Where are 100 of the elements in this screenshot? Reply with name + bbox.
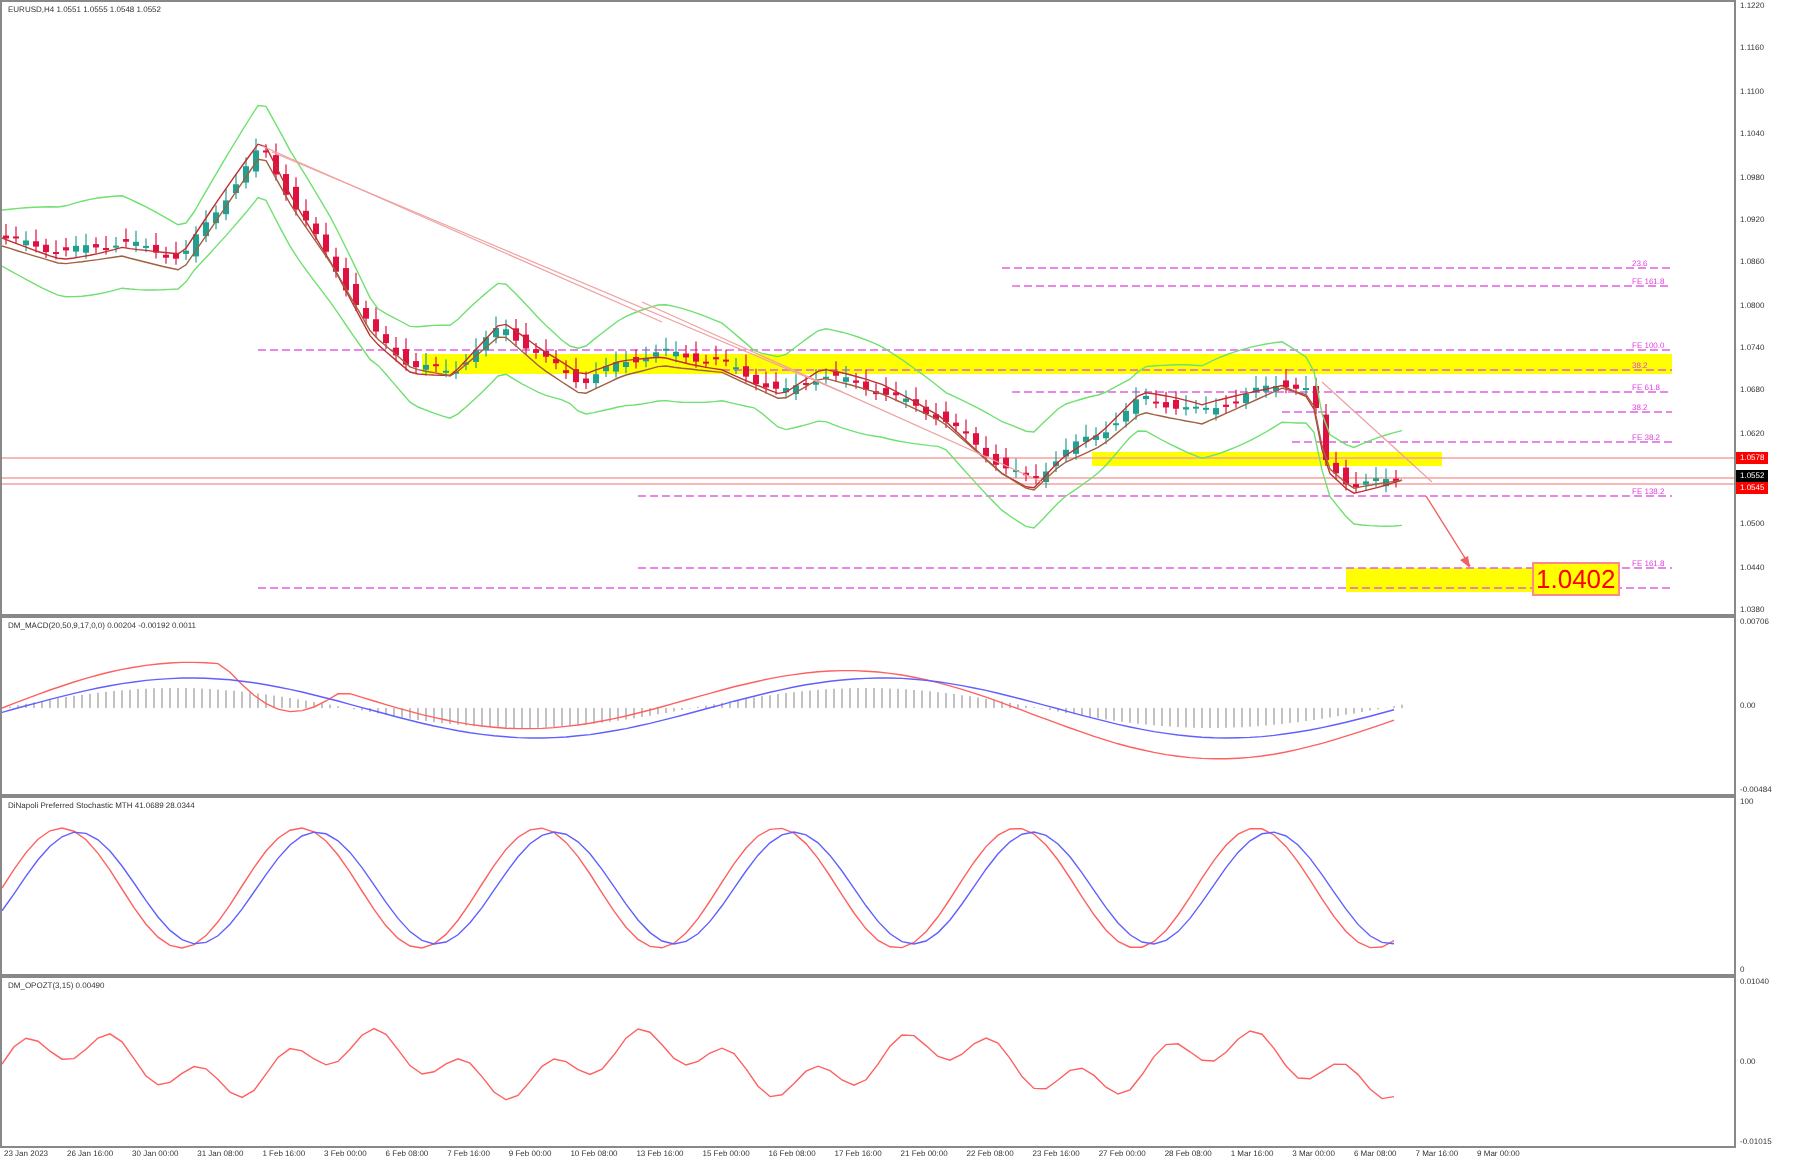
- candlestick: [1033, 463, 1039, 485]
- candlestick: [923, 399, 929, 421]
- candlestick: [863, 368, 869, 397]
- candlestick: [763, 370, 769, 395]
- candlestick: [1323, 403, 1329, 467]
- trend-line: [1321, 381, 1433, 483]
- candlestick: [633, 348, 639, 369]
- candlestick: [733, 357, 739, 375]
- candlestick: [463, 353, 469, 371]
- candlestick: [893, 381, 899, 402]
- candlestick: [903, 389, 909, 409]
- candlestick: [143, 237, 149, 253]
- candlestick: [1113, 411, 1119, 432]
- candlestick: [693, 340, 699, 369]
- candlestick: [103, 235, 109, 256]
- candlestick: [883, 376, 889, 402]
- candlestick: [1343, 459, 1349, 492]
- candlestick: [753, 368, 759, 391]
- candlestick: [113, 236, 119, 254]
- candlestick: [1053, 450, 1059, 473]
- candlestick: [933, 402, 939, 426]
- candlestick: [1233, 389, 1239, 409]
- candlestick: [1153, 389, 1159, 409]
- candlestick: [1273, 375, 1279, 398]
- candlestick: [953, 413, 959, 433]
- candlestick: [813, 368, 819, 392]
- candlestick: [363, 300, 369, 326]
- candlestick: [393, 336, 399, 363]
- candlestick: [163, 246, 169, 265]
- candlestick: [663, 337, 669, 357]
- candlestick: [133, 230, 139, 253]
- candlestick: [1173, 390, 1179, 416]
- candlestick: [983, 435, 989, 464]
- candlestick: [1243, 387, 1249, 410]
- candlestick: [843, 365, 849, 389]
- candlestick: [613, 350, 619, 379]
- candlestick: [703, 354, 709, 369]
- arrow-line: [1425, 495, 1471, 568]
- candlestick: [553, 349, 559, 370]
- candlestick: [483, 330, 489, 358]
- candlestick: [803, 375, 809, 391]
- candlestick: [943, 400, 949, 429]
- candlestick: [543, 338, 549, 364]
- candlestick: [523, 322, 529, 356]
- candlestick: [53, 239, 59, 261]
- candlestick: [1393, 469, 1399, 489]
- candlestick: [1333, 451, 1339, 480]
- candlestick: [43, 238, 49, 259]
- candlestick: [343, 257, 349, 297]
- candlestick: [213, 204, 219, 230]
- candlestick: [1013, 457, 1019, 479]
- candlestick: [423, 352, 429, 377]
- candlestick: [1213, 397, 1219, 422]
- candlestick: [1353, 471, 1359, 494]
- candlestick: [3, 223, 9, 246]
- candlestick: [993, 443, 999, 472]
- candlestick: [253, 137, 259, 179]
- candlestick: [963, 418, 969, 441]
- candlestick: [33, 228, 39, 254]
- candlestick: [1163, 391, 1169, 415]
- candlestick: [1063, 437, 1069, 464]
- candlestick: [23, 230, 29, 252]
- candlestick: [653, 344, 659, 364]
- candlestick: [73, 235, 79, 259]
- candlestick: [673, 340, 679, 363]
- candlestick: [853, 372, 859, 390]
- candlestick: [383, 325, 389, 350]
- candlestick: [623, 350, 629, 374]
- candlestick: [1313, 377, 1319, 415]
- candlestick: [583, 370, 589, 390]
- candlestick: [93, 236, 99, 255]
- candlestick: [13, 225, 19, 245]
- candlestick: [743, 353, 749, 384]
- candlestick: [793, 373, 799, 401]
- candlestick: [1203, 395, 1209, 415]
- candlestick: [1103, 420, 1109, 445]
- candlestick: [833, 360, 839, 383]
- candlestick: [313, 216, 319, 241]
- candlestick: [203, 209, 209, 243]
- candlestick: [533, 342, 539, 360]
- candlestick: [1083, 424, 1089, 449]
- candlestick: [823, 367, 829, 385]
- candlestick: [243, 156, 249, 190]
- candlestick: [1363, 473, 1369, 492]
- candlestick: [873, 382, 879, 401]
- candlestick: [473, 337, 479, 369]
- candlestick: [773, 371, 779, 396]
- candlestick: [1283, 368, 1289, 394]
- candlestick: [1263, 376, 1269, 399]
- candlestick: [283, 163, 289, 202]
- candlestick: [503, 318, 509, 342]
- candlestick: [293, 176, 299, 217]
- candlestick: [1223, 394, 1229, 414]
- target-price-label: 1.0402: [1532, 562, 1620, 596]
- candlestick: [83, 233, 89, 260]
- candlestick: [233, 173, 239, 200]
- candlestick: [1093, 426, 1099, 447]
- candlestick: [563, 359, 569, 380]
- candlestick: [973, 426, 979, 452]
- candlestick: [223, 188, 229, 221]
